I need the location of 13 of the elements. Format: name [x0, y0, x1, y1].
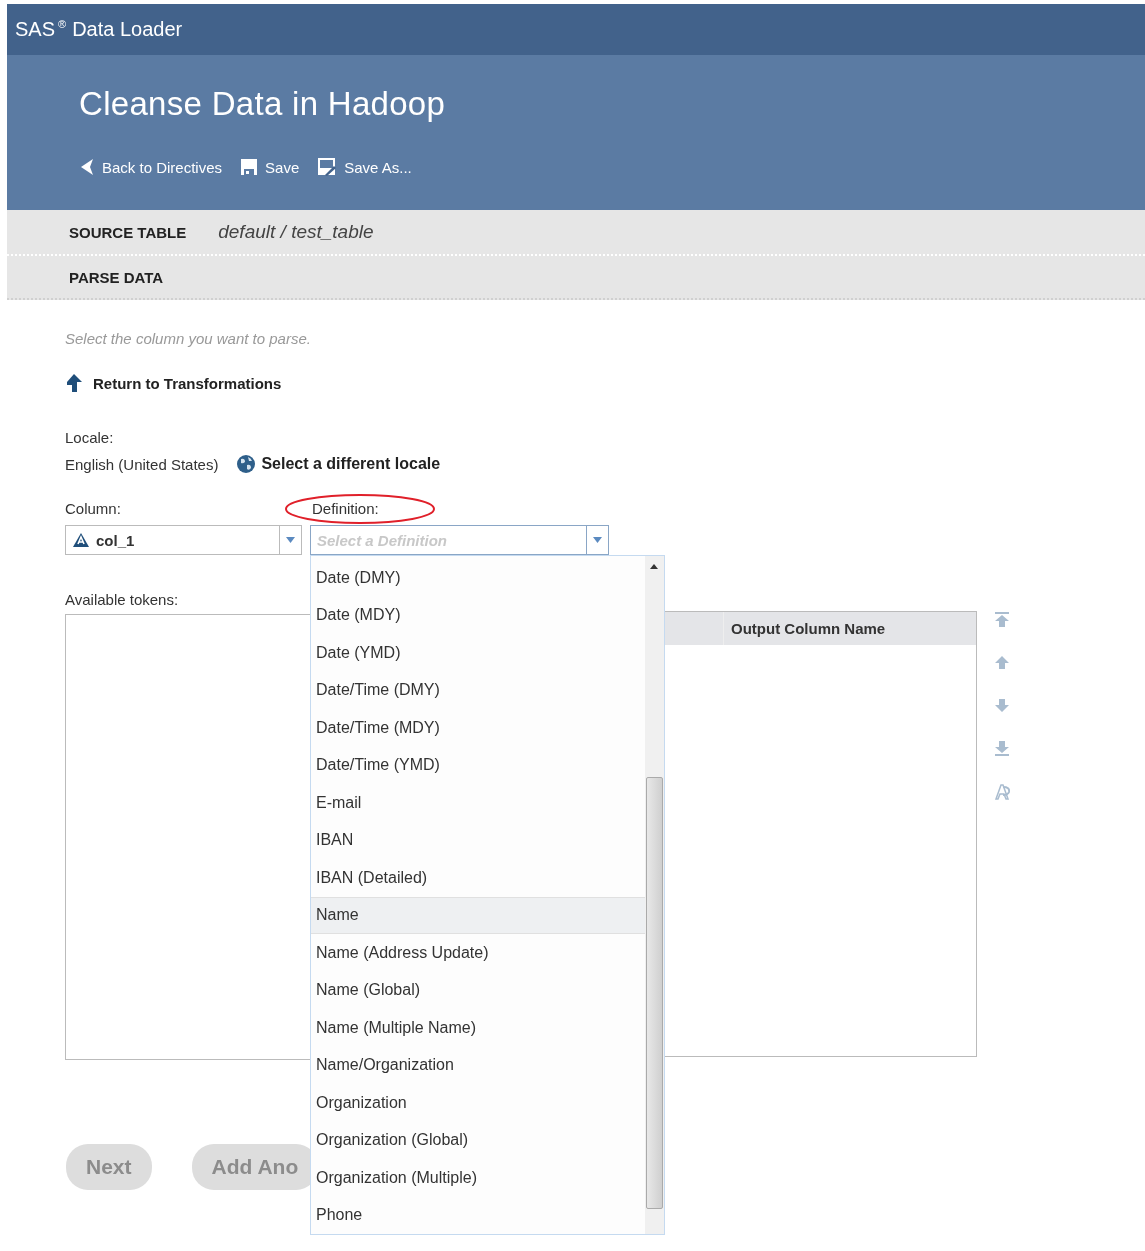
column-value: col_1: [96, 531, 135, 549]
app-name: SAS$^{®}$ Data Loader: [15, 18, 183, 41]
locale-label: Locale:: [65, 429, 115, 446]
definition-label: Definition:: [312, 500, 379, 517]
source-table-path: default / test_table: [218, 221, 374, 243]
section-title: PARSE DATA: [69, 268, 164, 286]
locale-value: English (United States): [65, 455, 219, 473]
source-table-label: SOURCE TABLE: [69, 223, 187, 241]
column-label: Column:: [65, 500, 122, 517]
instruction-text: Select the column you want to parse.: [65, 330, 312, 347]
page-title: Cleanse Data in Hadoop: [79, 85, 447, 123]
column-header: Output Column Name: [730, 619, 887, 639]
tokens-label: Available tokens:: [65, 591, 180, 608]
